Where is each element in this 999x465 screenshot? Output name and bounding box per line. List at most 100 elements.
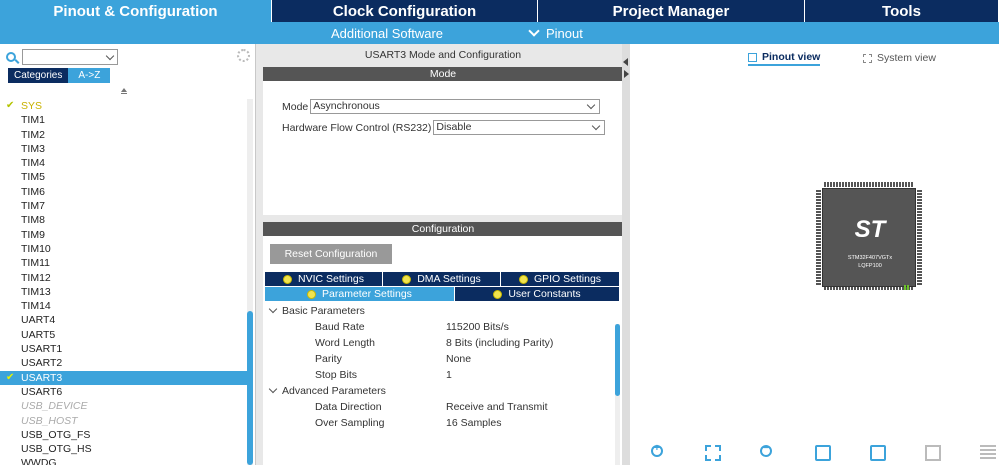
gear-icon[interactable] [237,49,250,62]
additional-software-link[interactable]: Additional Software [331,22,443,44]
tab-system-view[interactable]: System view [863,50,936,66]
search-icon[interactable] [6,52,16,62]
mcu-chip[interactable]: ST STM32F407VGTx LQFP100 [816,180,922,298]
mode-row: Mode Asynchronous [282,99,601,114]
param-name: Parity [315,353,342,365]
peripheral-item[interactable]: TIM10 [0,242,248,256]
zoom-out-icon[interactable] [760,443,772,457]
peripheral-item[interactable]: TIM5 [0,170,248,184]
peripheral-item[interactable]: TIM2 [0,128,248,142]
peripheral-item[interactable]: TIM6 [0,185,248,199]
chip-name: STM32F407VGTx [847,255,893,261]
param-value: 1 [446,369,452,381]
param-value: 16 Samples [446,417,502,429]
param-value: Receive and Transmit [446,401,548,413]
chevron-down-icon[interactable] [105,51,115,61]
group-label: Advanced Parameters [282,385,386,397]
scrollbar[interactable] [247,99,253,465]
peripheral-item[interactable]: WWDG [0,456,248,465]
status-dot-icon [307,289,317,299]
top-nav: Pinout & Configuration Clock Configurati… [0,0,999,22]
split-view-icon[interactable] [925,445,941,461]
param-row[interactable]: Parity None [263,351,615,367]
peripheral-item[interactable]: TIM13 [0,285,248,299]
chevron-down-icon [528,24,540,37]
hw-flow-select[interactable]: Disable [433,120,606,135]
param-row[interactable]: Word Length 8 Bits (including Parity) [263,335,615,351]
tab-clock-configuration[interactable]: Clock Configuration [272,0,538,22]
peripheral-item[interactable]: TIM9 [0,228,248,242]
sub-nav: Additional Software Pinout [0,22,999,44]
scrollbar-thumb[interactable] [615,324,620,396]
rotate-right-icon[interactable] [815,445,831,461]
peripheral-item[interactable]: SYS [0,99,248,114]
peripheral-item[interactable]: TIM11 [0,256,248,270]
peripheral-item[interactable]: USART3 [0,370,248,385]
peripheral-item[interactable]: TIM7 [0,199,248,213]
tab-pinout-configuration[interactable]: Pinout & Configuration [0,0,272,22]
param-row[interactable]: Baud Rate 115200 Bits/s [263,319,615,335]
param-row[interactable]: Stop Bits 1 [263,367,615,383]
peripheral-item[interactable]: TIM1 [0,113,248,127]
tab-project-manager[interactable]: Project Manager [538,0,805,22]
tab-label: GPIO Settings [533,273,602,285]
param-name: Baud Rate [315,321,365,333]
peripheral-item[interactable]: TIM3 [0,142,248,156]
peripheral-item[interactable]: TIM14 [0,299,248,313]
expand-right-icon[interactable] [624,70,629,78]
tab-gpio-settings[interactable]: GPIO Settings [501,272,619,286]
category-tabs: Categories A->Z [8,68,111,83]
pin-assigned[interactable] [904,285,906,290]
mode-select[interactable]: Asynchronous [310,99,601,114]
pin-column [816,190,821,285]
peripheral-item[interactable]: USART1 [0,342,248,356]
zoom-in-icon[interactable] [651,443,663,457]
peripheral-item[interactable]: UART4 [0,313,248,327]
peripheral-item[interactable]: USB_OTG_HS [0,442,248,456]
pinout-menu[interactable]: Pinout [528,22,583,44]
tab-parameter-settings[interactable]: Parameter Settings [265,287,455,301]
tab-a-z[interactable]: A->Z [68,68,111,83]
param-name: Word Length [315,337,375,349]
tab-user-constants[interactable]: User Constants [455,287,619,301]
panel-title: USART3 Mode and Configuration [364,49,522,61]
peripheral-item[interactable]: USART6 [0,385,248,399]
search-row [6,48,118,66]
chip-view-panel: Pinout view System view ST STM32F407VGTx… [630,44,999,465]
tab-dma-settings[interactable]: DMA Settings [383,272,501,286]
pin-assigned[interactable] [907,285,909,290]
scrollbar-thumb[interactable] [247,311,253,465]
collapse-left-icon[interactable] [623,58,628,66]
rotate-left-icon[interactable] [870,445,886,461]
list-view-icon[interactable] [980,445,996,461]
group-label: Basic Parameters [282,305,365,317]
chip-package: LQFP100 [858,263,882,269]
peripheral-item[interactable]: USB_DEVICE [0,399,248,413]
tab-categories[interactable]: Categories [8,68,69,83]
peripheral-item[interactable]: USB_OTG_FS [0,428,248,442]
peripheral-item[interactable]: UART5 [0,328,248,342]
param-row[interactable]: Data Direction Receive and Transmit [263,399,615,415]
peripheral-item[interactable]: USART2 [0,356,248,370]
sort-icon[interactable] [121,88,127,94]
search-input[interactable] [22,49,118,65]
param-name: Over Sampling [315,417,385,429]
fit-to-window-icon[interactable] [705,445,721,461]
peripheral-item[interactable]: TIM4 [0,156,248,170]
panel-splitter[interactable] [622,44,630,465]
basic-parameters-group[interactable]: Basic Parameters [263,303,615,319]
hw-flow-row: Hardware Flow Control (RS232) Disable [282,120,606,135]
tab-nvic-settings[interactable]: NVIC Settings [265,272,383,286]
grid-icon [863,53,872,63]
reset-configuration-button[interactable]: Reset Configuration [270,244,392,264]
tab-pinout-view[interactable]: Pinout view [748,50,821,66]
peripheral-item[interactable]: USB_HOST [0,414,248,428]
tab-tools[interactable]: Tools [805,0,999,22]
scrollbar[interactable] [615,324,620,465]
advanced-parameters-group[interactable]: Advanced Parameters [263,383,615,399]
chevron-down-icon [592,121,601,131]
peripheral-item[interactable]: TIM12 [0,271,248,285]
peripheral-item[interactable]: TIM8 [0,213,248,227]
param-row[interactable]: Over Sampling 16 Samples [263,415,615,431]
chevron-down-icon [587,100,596,110]
